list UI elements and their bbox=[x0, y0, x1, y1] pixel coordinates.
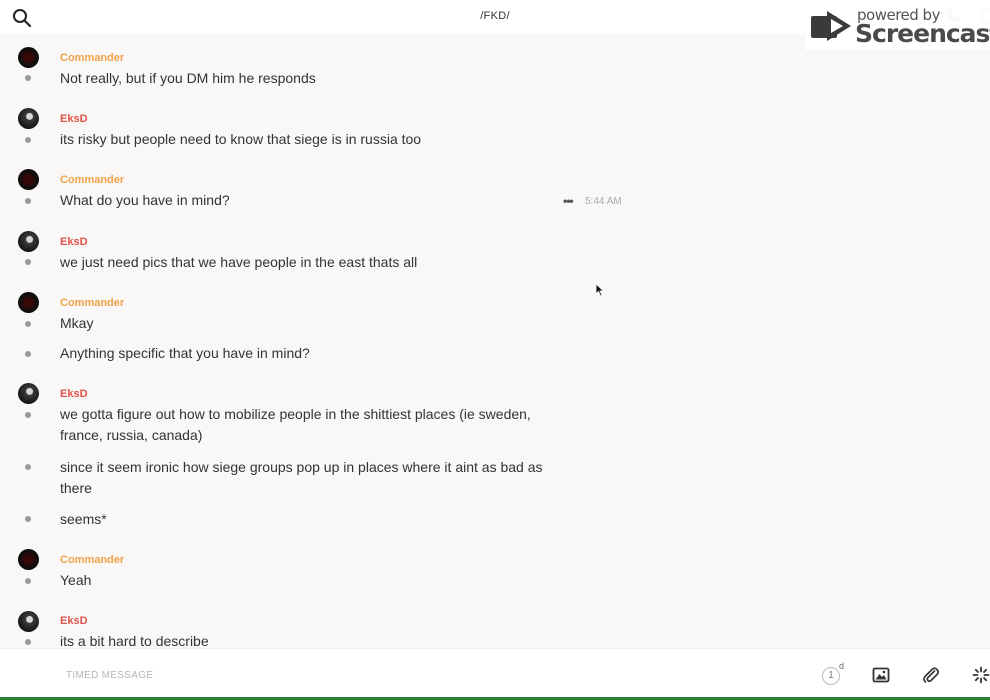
avatar-eksd[interactable] bbox=[18, 231, 39, 252]
message-dot bbox=[25, 639, 31, 645]
message-dot bbox=[25, 516, 31, 522]
message-dot bbox=[25, 464, 31, 470]
message-dot bbox=[25, 321, 31, 327]
message-text: seems* bbox=[60, 511, 107, 527]
message-author[interactable]: EksD bbox=[60, 388, 88, 400]
message-author[interactable]: EksD bbox=[60, 236, 88, 248]
message-text: Yeah bbox=[60, 572, 92, 588]
avatar-eksd[interactable] bbox=[18, 108, 39, 129]
sparkle-icon[interactable] bbox=[972, 666, 990, 684]
message-text: Anything specific that you have in mind? bbox=[60, 345, 310, 361]
message-text: Not really, but if you DM him he respond… bbox=[60, 70, 316, 86]
mouse-cursor-icon bbox=[595, 283, 605, 297]
message-author[interactable]: Commander bbox=[60, 174, 124, 186]
message-text: we gotta figure out how to mobilize peop… bbox=[60, 406, 531, 443]
message-text: its a bit hard to describe bbox=[60, 633, 209, 648]
message-author[interactable]: Commander bbox=[60, 297, 124, 309]
message-dot bbox=[25, 75, 31, 81]
timer-value: 1 bbox=[822, 667, 840, 685]
message-author[interactable]: EksD bbox=[60, 615, 88, 627]
timed-message-input[interactable] bbox=[66, 666, 566, 684]
timer-unit: d bbox=[839, 661, 845, 671]
message-author[interactable]: Commander bbox=[60, 52, 124, 64]
message-dot bbox=[25, 259, 31, 265]
message-timer-button[interactable]: 1 d bbox=[822, 661, 846, 687]
avatar-eksd[interactable] bbox=[18, 611, 39, 632]
message-dot bbox=[25, 412, 31, 418]
message-text: we just need pics that we have people in… bbox=[60, 254, 418, 270]
message-dot bbox=[25, 351, 31, 357]
message-text: Mkay bbox=[60, 315, 94, 331]
avatar-commander[interactable] bbox=[18, 549, 39, 570]
image-icon[interactable] bbox=[872, 666, 890, 684]
message-author[interactable]: Commander bbox=[60, 554, 124, 566]
message-list: Commander Not really, but if you DM him … bbox=[0, 34, 990, 648]
avatar-commander[interactable] bbox=[18, 169, 39, 190]
avatar-commander[interactable] bbox=[18, 292, 39, 313]
paperclip-icon[interactable] bbox=[922, 665, 940, 685]
message-dot bbox=[25, 578, 31, 584]
message-dot bbox=[25, 137, 31, 143]
message-timestamp: 5:44 AM bbox=[585, 196, 622, 207]
avatar-eksd[interactable] bbox=[18, 383, 39, 404]
message-text: its risky but people need to know that s… bbox=[60, 131, 422, 147]
message-composer: 1 d bbox=[0, 648, 990, 700]
avatar-commander[interactable] bbox=[18, 47, 39, 68]
message-text: since it seem ironic how siege groups po… bbox=[60, 459, 543, 496]
message-options-button[interactable]: ••• bbox=[563, 194, 574, 208]
message-author[interactable]: EksD bbox=[60, 113, 88, 125]
message-text: What do you have in mind? bbox=[60, 192, 230, 208]
message-dot bbox=[25, 198, 31, 204]
